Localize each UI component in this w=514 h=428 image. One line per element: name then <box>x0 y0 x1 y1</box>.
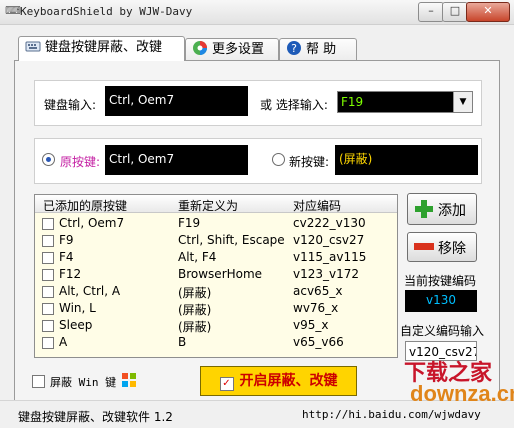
maximize-button[interactable]: □ <box>442 2 468 22</box>
row-code: v115_av115 <box>293 250 367 264</box>
row-checkbox[interactable] <box>42 218 54 230</box>
list-header: 已添加的原按键 重新定义为 对应编码 <box>35 195 397 213</box>
app-icon: ⌨ <box>5 4 21 17</box>
select-input-value: F19 <box>341 95 364 109</box>
row-code: wv76_x <box>293 301 339 315</box>
table-row[interactable]: Sleep (屏蔽) v95_x <box>35 317 397 334</box>
current-code-label: 当前按键编码 <box>404 274 477 288</box>
row-checkbox[interactable] <box>42 286 54 298</box>
select-input-label: 或 选择输入: <box>260 98 328 112</box>
svg-text:?: ? <box>291 42 297 55</box>
select-input-dropdown[interactable]: F19 ▼ <box>337 91 473 113</box>
row-original-key: F9 <box>59 233 74 247</box>
row-remap-key: F19 <box>178 216 201 230</box>
row-code: v95_x <box>293 318 329 332</box>
plus-icon <box>415 200 433 218</box>
site-watermark: 下载之家 downza.cn <box>404 355 514 427</box>
block-win-label: 屏蔽 Win 键 <box>50 376 117 389</box>
help-icon: ? <box>287 41 301 55</box>
keyboard-input-field[interactable]: Ctrl, Oem7 <box>105 86 248 116</box>
add-button-label: 添加 <box>438 203 466 219</box>
keyboard-input-label: 键盘输入: <box>44 98 97 112</box>
row-remap-key: B <box>178 335 187 349</box>
toggle-checkbox[interactable]: ✓ <box>219 377 234 391</box>
row-code: v120_csv27 <box>293 233 365 247</box>
table-row[interactable]: F12 BrowserHome v123_v172 <box>35 266 397 283</box>
table-row[interactable]: F4 Alt, F4 v115_av115 <box>35 249 397 266</box>
row-remap-key: BrowserHome <box>178 267 263 281</box>
close-button[interactable]: ✕ <box>466 2 510 22</box>
row-original-key: Alt, Ctrl, A <box>59 284 121 298</box>
original-key-label: 原按键: <box>60 155 101 169</box>
tab-help[interactable]: ? 帮 助 <box>279 38 357 61</box>
tab-label: 键盘按键屏蔽、改键 <box>45 40 163 55</box>
table-row[interactable]: Alt, Ctrl, A (屏蔽) acv65_x <box>35 283 397 300</box>
tab-key-remap[interactable]: 键盘按键屏蔽、改键 <box>18 36 185 61</box>
new-key-field[interactable]: (屏蔽) <box>335 145 478 175</box>
row-remap-key: (屏蔽) <box>178 303 212 317</box>
remove-button[interactable]: 移除 <box>407 232 477 262</box>
row-original-key: Win, L <box>59 301 96 315</box>
row-code: v123_v172 <box>293 267 360 281</box>
watermark-line2: downza.cn <box>410 381 514 406</box>
settings-color-icon <box>193 41 207 55</box>
row-checkbox[interactable] <box>42 320 54 332</box>
row-original-key: A <box>59 335 68 349</box>
tab-label: 帮 助 <box>306 42 337 57</box>
window-title: KeyboardShield by WJW-Davy <box>20 5 193 18</box>
row-code: cv222_v130 <box>293 216 366 230</box>
row-code: acv65_x <box>293 284 343 298</box>
table-row[interactable]: A Bv65_v66 <box>35 334 397 351</box>
title-bar: ⌨ KeyboardShield by WJW-Davy – □ ✕ <box>0 0 514 25</box>
row-original-key: F4 <box>59 250 74 264</box>
minus-icon <box>414 243 434 250</box>
original-key-field[interactable]: Ctrl, Oem7 <box>105 145 248 175</box>
remove-button-label: 移除 <box>438 241 466 257</box>
row-remap-key: Ctrl, Shift, Escape <box>178 233 285 247</box>
row-original-key: Ctrl, Oem7 <box>59 216 125 230</box>
row-remap-key: (屏蔽) <box>178 286 212 300</box>
toggle-remap-button[interactable]: ✓ 开启屏蔽、改键 <box>200 366 357 396</box>
column-header-code[interactable]: 对应编码 <box>293 197 341 214</box>
tab-label: 更多设置 <box>212 42 265 57</box>
row-checkbox[interactable] <box>42 252 54 264</box>
row-checkbox[interactable] <box>42 269 54 281</box>
row-remap-key: (屏蔽) <box>178 320 212 334</box>
custom-code-label: 自定义编码输入 <box>400 324 485 338</box>
minimize-button[interactable]: – <box>418 2 444 22</box>
column-header-remap[interactable]: 重新定义为 <box>178 197 238 214</box>
table-row[interactable]: Win, L (屏蔽) wv76_x <box>35 300 397 317</box>
toggle-label: 开启屏蔽、改键 <box>239 373 338 389</box>
block-win-checkbox[interactable] <box>32 375 45 388</box>
windows-logo-icon <box>122 373 136 387</box>
table-row[interactable]: F9 Ctrl, Shift, Escape v120_csv27 <box>35 232 397 249</box>
row-checkbox[interactable] <box>42 303 54 315</box>
column-header-original[interactable]: 已添加的原按键 <box>43 197 127 214</box>
row-checkbox[interactable] <box>42 337 54 349</box>
mapping-list[interactable]: 已添加的原按键 重新定义为 对应编码 Ctrl, Oem7 F19 cv222_v1… <box>34 194 398 358</box>
new-key-label: 新按键: <box>289 155 330 169</box>
original-key-radio[interactable] <box>42 153 55 166</box>
row-original-key: Sleep <box>59 318 93 332</box>
row-original-key: F12 <box>59 267 82 281</box>
keyboard-icon <box>25 41 41 52</box>
row-remap-key: Alt, F4 <box>178 250 217 264</box>
chevron-down-icon[interactable]: ▼ <box>453 92 472 112</box>
row-checkbox[interactable] <box>42 235 54 247</box>
tab-more-settings[interactable]: 更多设置 <box>185 38 279 61</box>
status-text: 键盘按键屏蔽、改键软件 1.2 <box>18 410 173 424</box>
current-code-value: v130 <box>405 290 477 312</box>
add-button[interactable]: 添加 <box>407 193 477 225</box>
row-code: v65_v66 <box>293 335 344 349</box>
table-row[interactable]: Ctrl, Oem7 F19 cv222_v130 <box>35 215 397 232</box>
new-key-radio[interactable] <box>272 153 285 166</box>
